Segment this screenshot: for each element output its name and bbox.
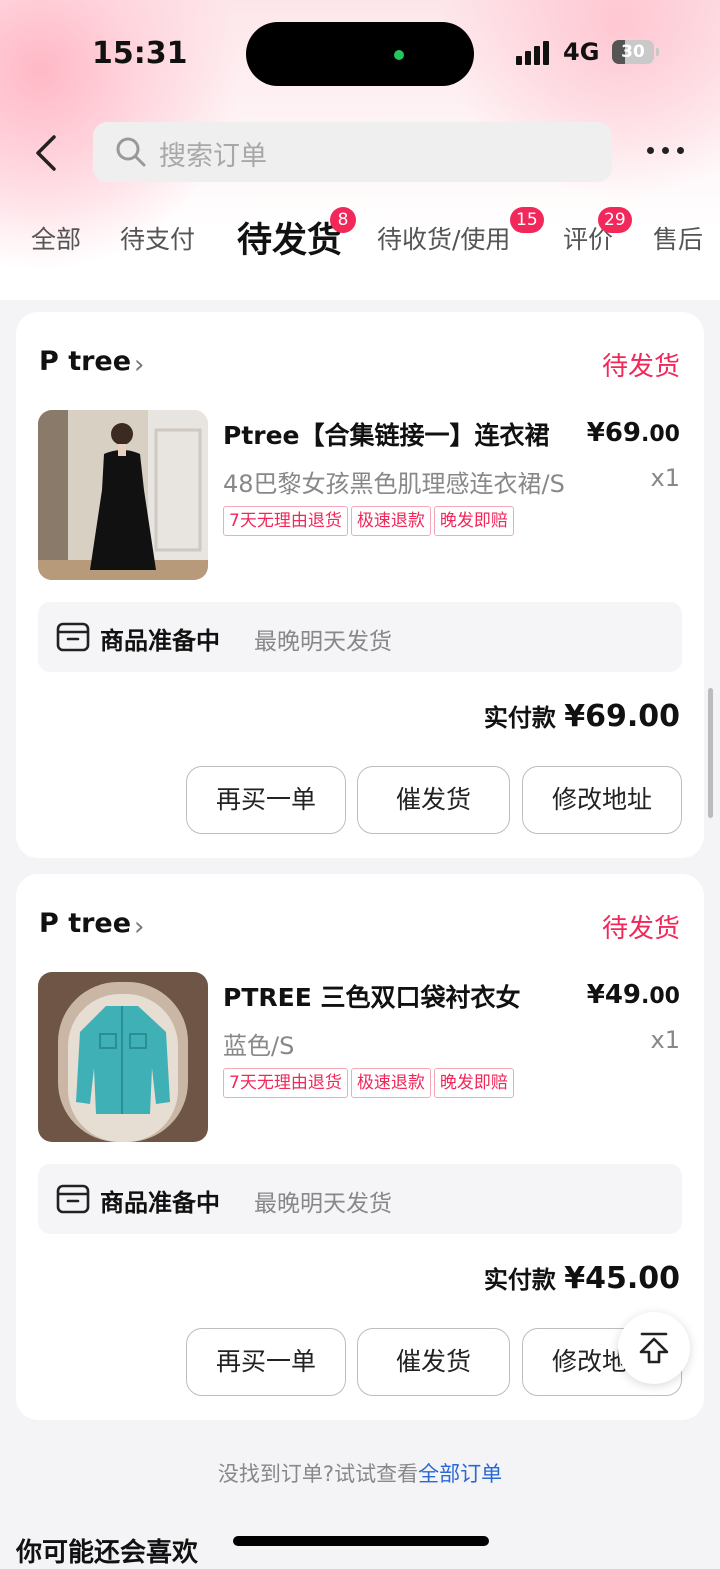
all-orders-link[interactable]: 全部订单 (418, 1462, 502, 1486)
package-icon (56, 1184, 90, 1214)
order-card: P tree › 待发货 PTREE 三色双口袋衬衣女 ¥49.00 蓝色/S … (16, 874, 704, 1420)
status-bar: 15:31 4G 30 (0, 0, 720, 100)
battery-level: 30 (621, 42, 645, 62)
service-tag: 极速退款 (350, 1068, 431, 1098)
service-tags: 7天无理由退货 极速退款 晚发即赔 (223, 1068, 517, 1098)
product-quantity: x1 (650, 1026, 680, 1054)
dynamic-island (246, 22, 474, 86)
product-spec: 蓝色/S (223, 1032, 295, 1060)
product-quantity: x1 (650, 464, 680, 492)
shipping-status-note: 最晚明天发货 (254, 629, 392, 655)
shipping-status-title: 商品准备中 (100, 627, 220, 655)
chevron-right-icon[interactable]: › (134, 350, 144, 380)
back-to-top-button[interactable] (618, 1312, 690, 1384)
paid-amount: 实付款 ¥69.00 (483, 699, 680, 734)
previous-order-card (16, 270, 704, 295)
paid-amount: 实付款 ¥45.00 (483, 1261, 680, 1296)
search-icon (115, 136, 147, 168)
product-spec: 48巴黎女孩黑色肌理感连衣裙/S (223, 470, 565, 498)
back-arrow-icon[interactable] (30, 133, 66, 173)
shipping-status-box[interactable]: 商品准备中 最晚明天发货 (38, 1164, 682, 1234)
shipping-status-title: 商品准备中 (100, 1189, 220, 1217)
product-price: ¥69.00 (586, 418, 680, 448)
tab-badge-pending-shipment: 8 (330, 207, 356, 233)
urge-shipment-button[interactable]: 催发货 (357, 766, 510, 834)
tab-all[interactable]: 全部 (31, 220, 81, 256)
nav-bar: 搜索订单 (0, 115, 720, 190)
product-price: ¥49.00 (586, 980, 680, 1010)
change-address-button[interactable]: 修改地址 (522, 766, 682, 834)
battery-icon: 30 (612, 40, 654, 64)
service-tag: 极速退款 (350, 506, 431, 536)
search-input[interactable]: 搜索订单 (93, 122, 612, 182)
battery-cap (656, 48, 659, 56)
scrollbar[interactable] (708, 688, 713, 818)
more-icon[interactable] (645, 141, 687, 161)
product-title[interactable]: PTREE 三色双口袋衬衣女 (223, 978, 563, 1014)
network-type: 4G (563, 38, 600, 66)
order-status: 待发货 (601, 914, 680, 944)
service-tag: 7天无理由退货 (223, 506, 348, 536)
order-status: 待发货 (601, 352, 680, 382)
shop-name[interactable]: P tree (39, 346, 131, 377)
order-card: P tree › 待发货 Ptree【合集链接一】连衣裙 ¥69.00 48巴黎… (16, 312, 704, 858)
package-icon (56, 622, 90, 652)
recommend-title: 你可能还会喜欢 (16, 1538, 199, 1568)
tab-pending-shipment[interactable]: 待发货 (237, 212, 342, 263)
chevron-right-icon[interactable]: › (134, 912, 144, 942)
service-tags: 7天无理由退货 极速退款 晚发即赔 (223, 506, 517, 536)
tab-after-sales[interactable]: 售后 (653, 220, 703, 256)
tab-badge-pending-receipt: 15 (510, 207, 544, 233)
tab-pending-receipt[interactable]: 待收货/使用 (377, 220, 510, 256)
tab-pending-payment[interactable]: 待支付 (120, 220, 195, 256)
footer-hint: 没找到订单?试试查看全部订单 (217, 1462, 503, 1486)
service-tag: 7天无理由退货 (223, 1068, 348, 1098)
urge-shipment-button[interactable]: 催发货 (357, 1328, 510, 1396)
service-tag: 晚发即赔 (433, 506, 514, 536)
buy-again-button[interactable]: 再买一单 (186, 1328, 346, 1396)
order-tabs: 全部 待支付 待发货 8 待收货/使用 15 评价 29 售后 (0, 200, 720, 278)
product-image[interactable] (38, 972, 208, 1142)
shipping-status-note: 最晚明天发货 (254, 1191, 392, 1217)
product-title[interactable]: Ptree【合集链接一】连衣裙 (223, 416, 563, 452)
status-time: 15:31 (92, 36, 188, 71)
tab-badge-review: 29 (598, 207, 632, 233)
home-indicator[interactable] (233, 1536, 489, 1546)
product-image[interactable] (38, 410, 208, 580)
cellular-signal-icon (516, 41, 552, 65)
camera-indicator (394, 50, 404, 60)
shipping-status-box[interactable]: 商品准备中 最晚明天发货 (38, 602, 682, 672)
buy-again-button[interactable]: 再买一单 (186, 766, 346, 834)
back-to-top-icon (639, 1332, 669, 1364)
service-tag: 晚发即赔 (433, 1068, 514, 1098)
search-placeholder: 搜索订单 (159, 141, 267, 172)
shop-name[interactable]: P tree (39, 908, 131, 939)
